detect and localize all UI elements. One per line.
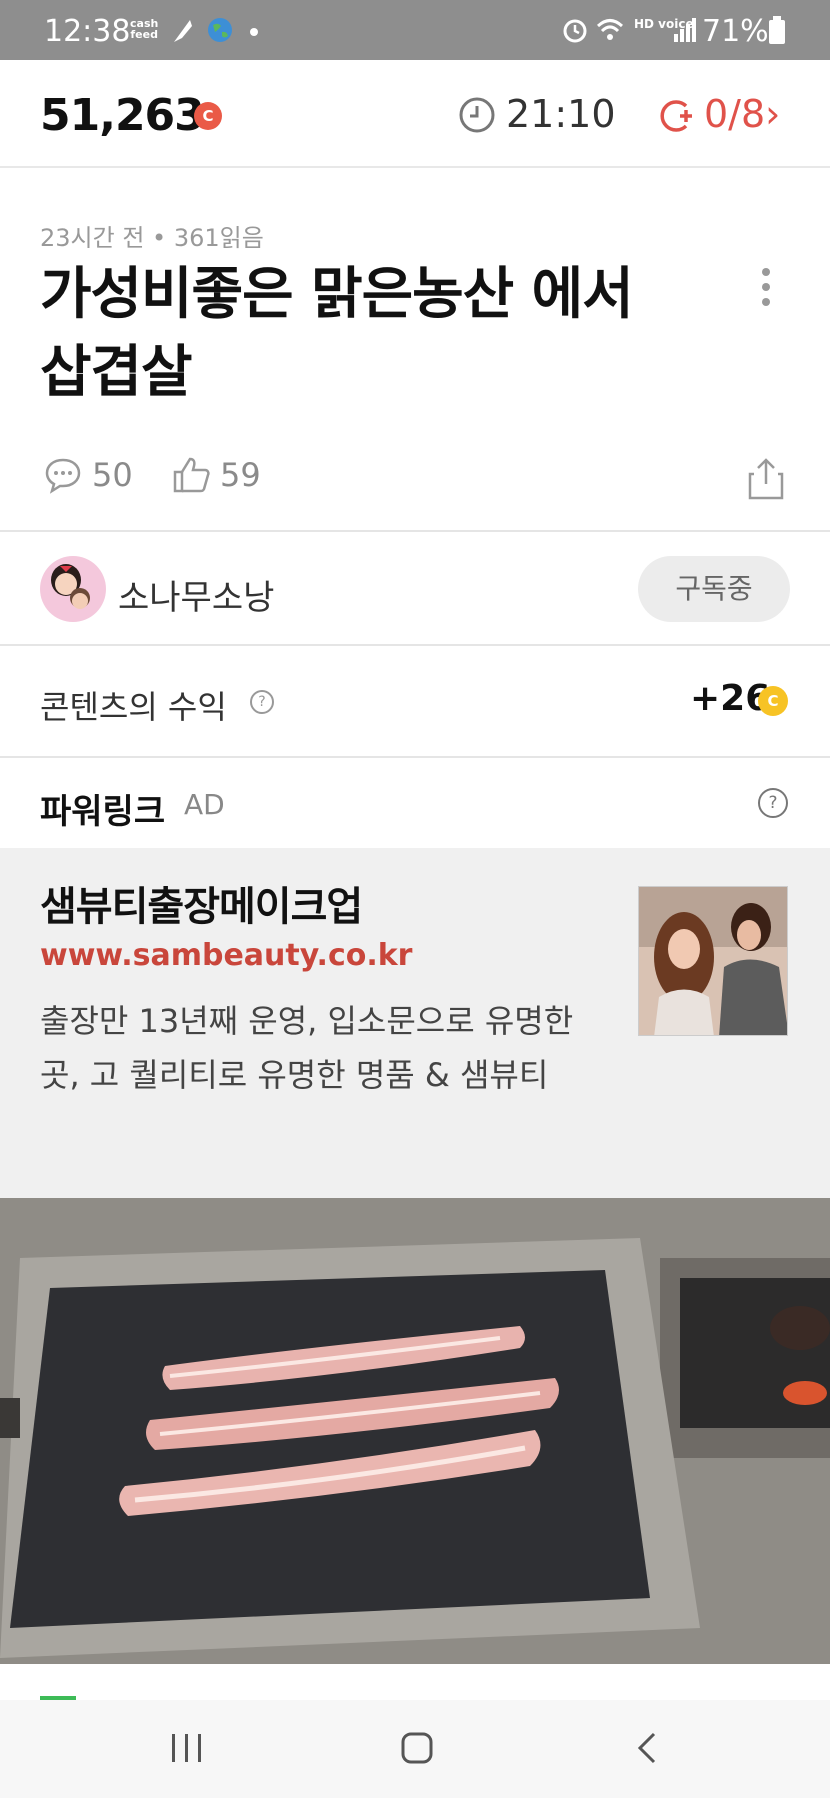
ad-title[interactable]: 샘뷰티출장메이크업 <box>40 874 363 932</box>
coin-icon: C <box>194 102 222 130</box>
divider <box>0 530 830 532</box>
comment-count: 50 <box>92 456 133 494</box>
comment-icon[interactable] <box>44 456 82 494</box>
content-earnings-label: 콘텐츠의 수익 <box>40 688 227 726</box>
status-bar: 12:38 cash feed HD voice 71% <box>0 0 830 60</box>
recent-apps-icon[interactable] <box>170 1732 204 1764</box>
share-icon[interactable] <box>748 458 784 500</box>
ad-url[interactable]: www.sambeauty.co.kr <box>40 938 412 973</box>
alarm-icon <box>563 19 587 43</box>
signal-icon <box>674 18 696 42</box>
reward-header: 51,263 C 21:10 0/8› <box>0 60 830 168</box>
article-meta: 23시간 전 • 361읽음 <box>40 224 264 252</box>
subscribe-button[interactable]: 구독중 <box>638 556 790 622</box>
feather-icon <box>174 20 192 42</box>
article-title: 가성비좋은 맑은농산 에서 삽겹살 <box>40 262 634 405</box>
ad-badge: AD <box>184 788 225 821</box>
chevron-right-icon: › <box>765 92 781 136</box>
battery-icon <box>769 16 785 44</box>
back-icon[interactable] <box>636 1732 660 1764</box>
avatar[interactable] <box>40 556 106 622</box>
divider <box>0 756 830 758</box>
coin-plus-icon[interactable] <box>656 96 696 136</box>
system-navigation-bar <box>0 1700 830 1798</box>
ad-thumbnail-image[interactable] <box>638 886 788 1036</box>
powerlink-title: 파워링크 <box>40 792 166 832</box>
mission-counter[interactable]: 0/8› <box>704 92 780 136</box>
battery-percent: 71% <box>702 14 769 49</box>
thumbs-up-icon[interactable] <box>172 456 212 494</box>
clock-icon <box>459 97 495 133</box>
wifi-icon <box>596 19 624 40</box>
more-vertical-icon[interactable] <box>760 266 772 308</box>
status-time: 12:38 <box>44 14 131 49</box>
author-name[interactable]: 소나무소낭 <box>118 570 274 619</box>
coin-icon: C <box>758 686 788 716</box>
article-photo[interactable] <box>0 1198 830 1664</box>
help-icon[interactable]: ? <box>250 690 274 714</box>
help-icon[interactable]: ? <box>758 788 788 818</box>
reading-timer: 21:10 <box>506 92 616 136</box>
cashfeed-status-icon: cash feed <box>130 17 159 41</box>
coin-balance: 51,263 <box>40 90 205 141</box>
home-icon[interactable] <box>400 1732 434 1764</box>
globe-icon <box>208 18 232 42</box>
ad-description: 출장만 13년째 운영, 입소문으로 유명한 곳, 고 퀄리티로 유명한 명품 … <box>40 1002 574 1094</box>
like-count: 59 <box>220 456 261 494</box>
divider <box>0 644 830 646</box>
notification-dot-icon <box>250 28 258 36</box>
